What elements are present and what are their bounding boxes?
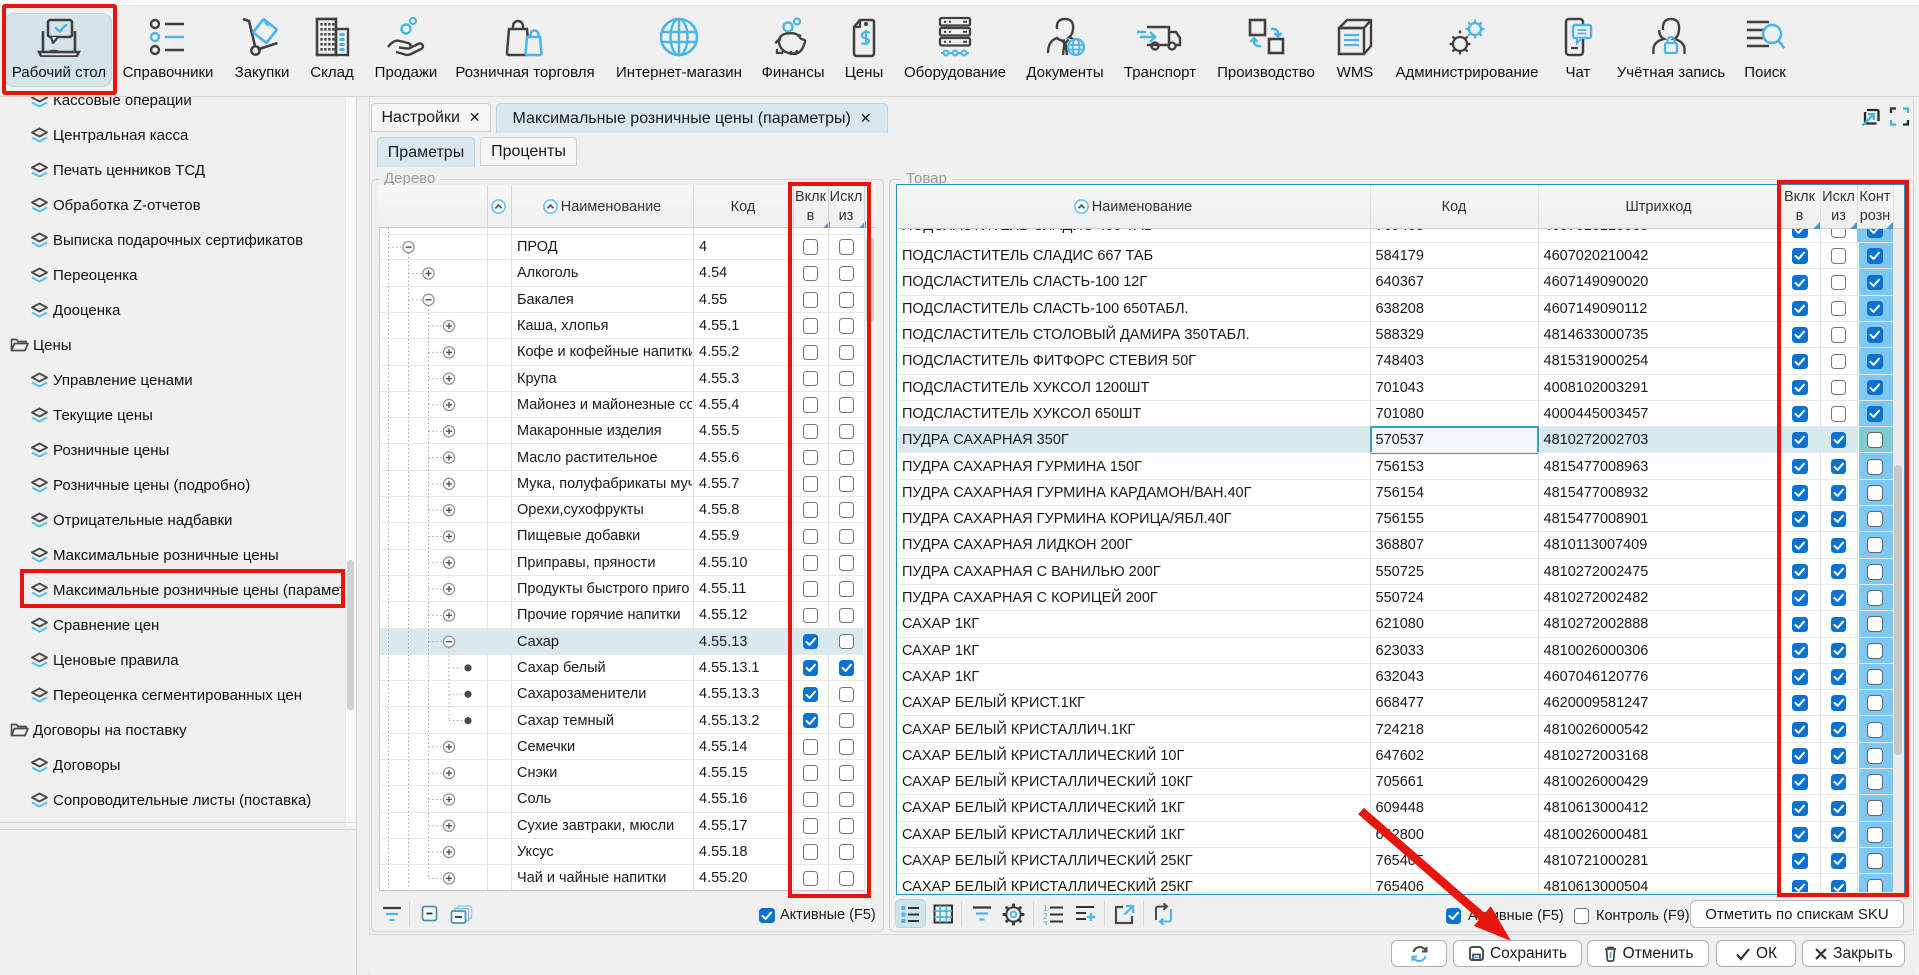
svg-text:3: 3 [1043, 920, 1048, 925]
